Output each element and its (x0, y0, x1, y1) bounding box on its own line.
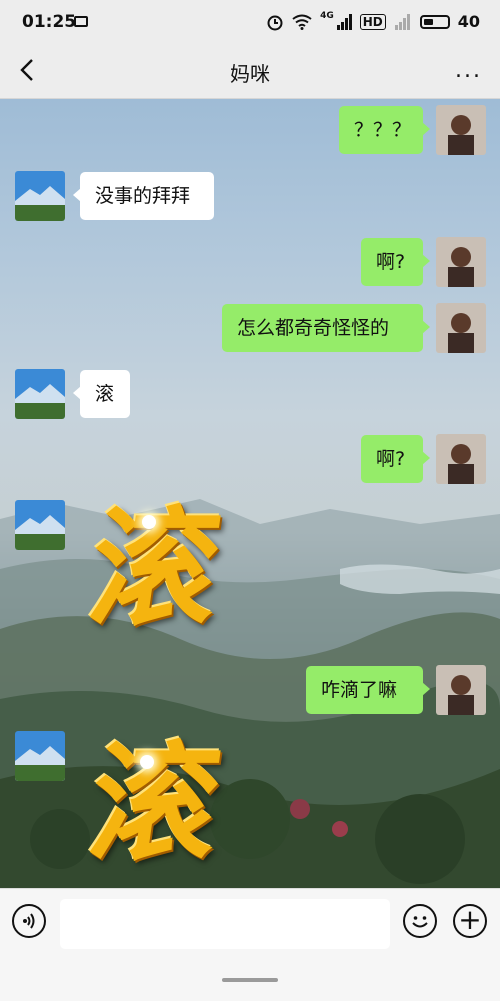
alarm-icon (267, 15, 283, 30)
my-avatar[interactable] (436, 237, 486, 287)
contact-avatar[interactable] (15, 369, 65, 419)
smiley-face-icon (412, 916, 428, 928)
user-photo-icon (436, 665, 486, 715)
message-bubble-outgoing[interactable]: 咋滴了嘛 (306, 666, 430, 714)
status-icons: 4G HD 40 (266, 10, 480, 31)
my-avatar[interactable] (436, 303, 486, 353)
chat-messages[interactable]: ？？？ 没事的拜拜 啊? 怎么都奇奇怪怪的 滚 啊? 滚 咋滴了嘛 滚 (0, 99, 500, 888)
sticker-message[interactable]: 滚 (69, 494, 240, 644)
contact-avatar[interactable] (15, 171, 65, 221)
status-bar: 01:25 4G HD 40 (0, 0, 500, 44)
chat-background-image (0, 499, 500, 888)
user-photo-icon (436, 237, 486, 287)
message-bubble-incoming[interactable]: 滚 (73, 370, 130, 418)
chat-title: 妈咪 (230, 62, 270, 86)
emoji-icon[interactable] (403, 904, 437, 938)
battery-icon (419, 14, 450, 29)
message-input[interactable] (60, 899, 390, 949)
my-avatar[interactable] (436, 434, 486, 484)
network-type: 4G (320, 10, 334, 21)
mountain-photo-icon (15, 369, 65, 419)
user-photo-icon (436, 434, 486, 484)
message-bubble-outgoing[interactable]: 啊? (361, 435, 430, 483)
sparkle-decoration (140, 755, 154, 769)
user-photo-icon (436, 105, 486, 155)
contact-avatar[interactable] (15, 500, 65, 550)
hd-icon: HD (359, 13, 386, 30)
chat-header: 妈咪 ... (0, 44, 500, 99)
message-bubble-outgoing[interactable]: ？？？ (339, 106, 430, 154)
voice-wave-icon (23, 913, 35, 929)
contact-avatar[interactable] (15, 731, 65, 781)
input-bar: + (0, 888, 500, 1001)
mountain-photo-icon (15, 731, 65, 781)
sparkle-decoration (142, 515, 156, 529)
user-photo-icon (436, 303, 486, 353)
voice-icon[interactable] (12, 904, 46, 938)
status-time: 01:25 (22, 12, 77, 32)
message-notification-icon (74, 16, 88, 27)
mountain-photo-icon (15, 171, 65, 221)
sticker-message[interactable]: 滚 (69, 729, 240, 879)
message-bubble-outgoing[interactable]: 怎么都奇奇怪怪的 (222, 304, 430, 352)
wifi-icon (292, 14, 312, 30)
signal-off-icon (394, 13, 410, 30)
home-indicator[interactable] (222, 978, 278, 982)
mountain-photo-icon (15, 500, 65, 550)
my-avatar[interactable] (436, 105, 486, 155)
more-dots-icon[interactable]: ... (455, 60, 482, 82)
message-bubble-outgoing[interactable]: 啊? (361, 238, 430, 286)
plus-icon[interactable]: + (453, 904, 487, 938)
signal-icon (336, 13, 352, 30)
battery-level: 40 (457, 12, 480, 31)
message-bubble-incoming[interactable]: 没事的拜拜 (73, 172, 214, 220)
my-avatar[interactable] (436, 665, 486, 715)
